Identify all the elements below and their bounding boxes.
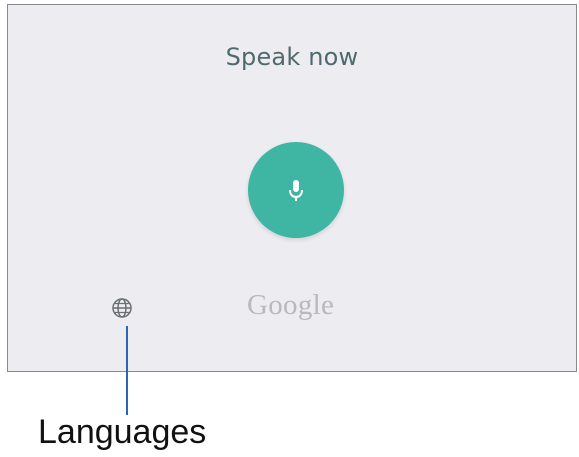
annotated-screenshot: Speak now Google Languages [0,0,579,457]
voice-search-panel: Speak now Google [7,4,577,372]
globe-icon [112,298,132,318]
microphone-button[interactable] [248,142,344,238]
speak-now-prompt: Speak now [225,43,359,71]
google-logo-text: Google [247,289,335,321]
microphone-icon [289,180,303,201]
languages-button[interactable] [110,296,134,320]
languages-callout-line [126,326,128,415]
languages-callout-label: Languages [38,413,207,451]
